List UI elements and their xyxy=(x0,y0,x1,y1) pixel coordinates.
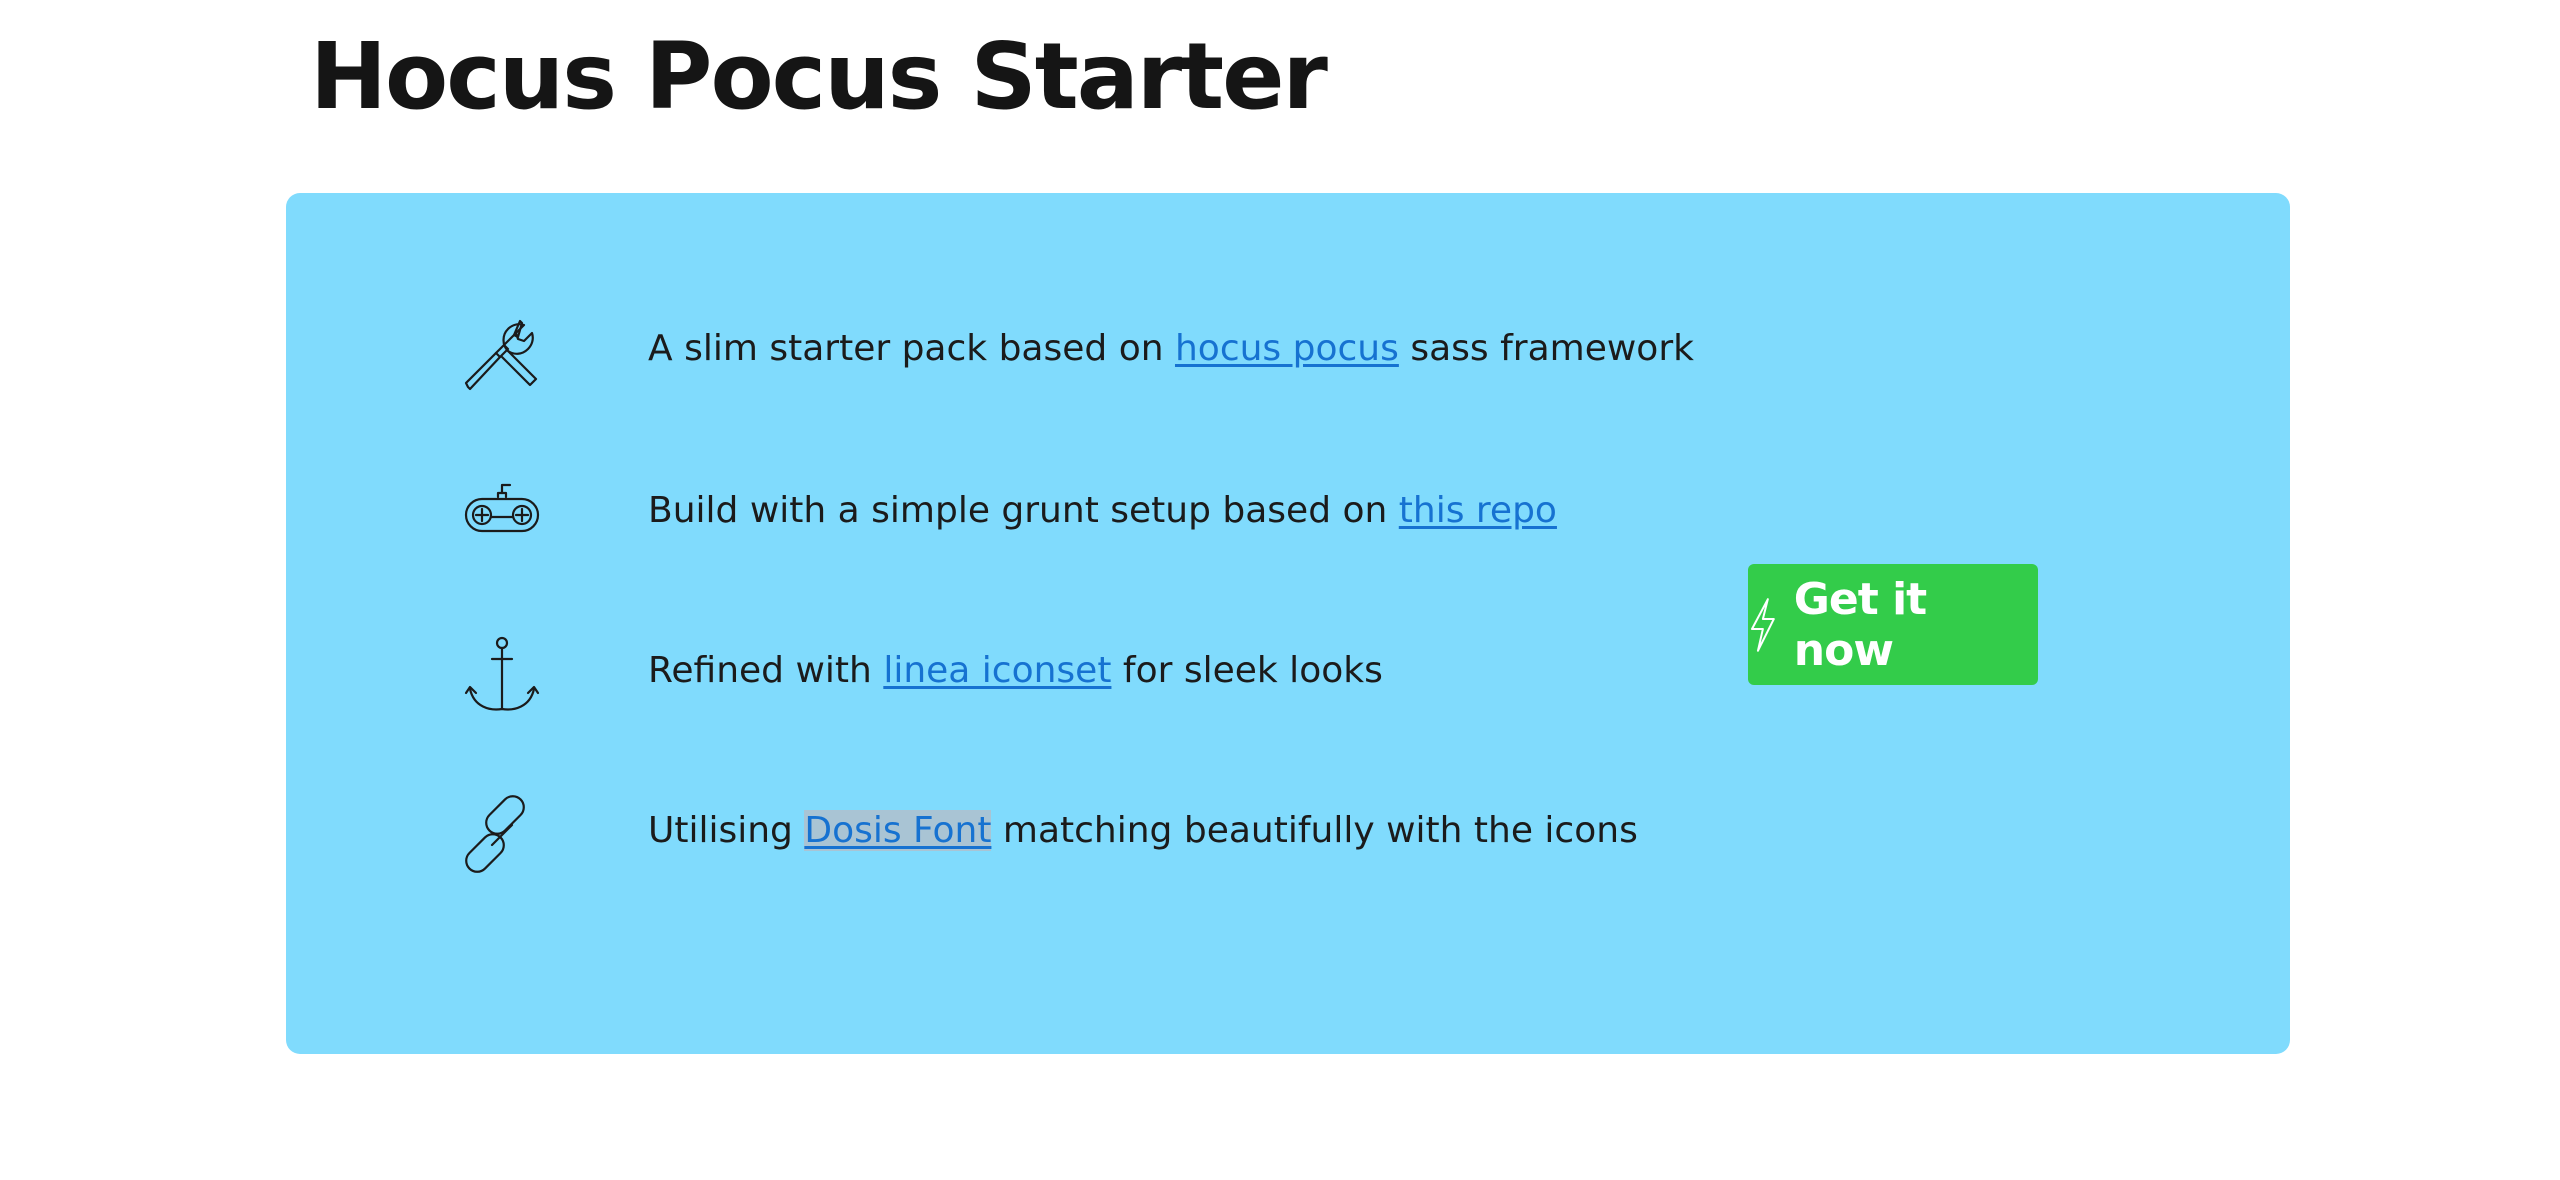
hocus-pocus-link[interactable]: hocus pocus xyxy=(1175,328,1399,369)
feature-text-after: matching beautifully with the icons xyxy=(991,810,1638,851)
anchor-icon xyxy=(462,635,542,715)
feature-row-font: Utilising Dosis Font matching beautifull… xyxy=(286,795,1686,885)
feature-row-iconset: Refined with linea iconset for sleek loo… xyxy=(286,635,1686,725)
feature-text-after: for sleek looks xyxy=(1111,650,1383,691)
dosis-font-link[interactable]: Dosis Font xyxy=(804,810,992,851)
feature-row-framework: A slim starter pack based on hocus pocus… xyxy=(286,313,1694,403)
chain-link-icon xyxy=(462,795,542,875)
feature-row-grunt: Build with a simple grunt setup based on… xyxy=(286,475,1686,565)
feature-text-grunt: Build with a simple grunt setup based on… xyxy=(648,489,1557,533)
feature-text-after: sass framework xyxy=(1398,328,1694,369)
lightning-bolt-icon xyxy=(1750,597,1775,652)
feature-panel: A slim starter pack based on hocus pocus… xyxy=(286,193,2290,1054)
page-title: Hocus Pocus Starter xyxy=(310,23,1328,130)
feature-text-font: Utilising Dosis Font matching beautifull… xyxy=(648,809,1638,853)
tools-icon xyxy=(462,313,542,393)
gamepad-icon xyxy=(462,475,542,555)
feature-text-before: Utilising xyxy=(648,810,805,851)
linea-iconset-link[interactable]: linea iconset xyxy=(883,650,1111,691)
feature-text-iconset: Refined with linea iconset for sleek loo… xyxy=(648,649,1383,693)
feature-text-before: Build with a simple grunt setup based on xyxy=(648,490,1399,531)
feature-text-before: Refined with xyxy=(648,650,884,691)
get-it-now-button[interactable]: Get it now xyxy=(1748,564,2038,685)
get-it-now-label: Get it now xyxy=(1793,573,1927,676)
feature-text-framework: A slim starter pack based on hocus pocus… xyxy=(648,327,1694,371)
this-repo-link[interactable]: this repo xyxy=(1399,490,1557,531)
feature-text-before: A slim starter pack based on xyxy=(648,328,1175,369)
